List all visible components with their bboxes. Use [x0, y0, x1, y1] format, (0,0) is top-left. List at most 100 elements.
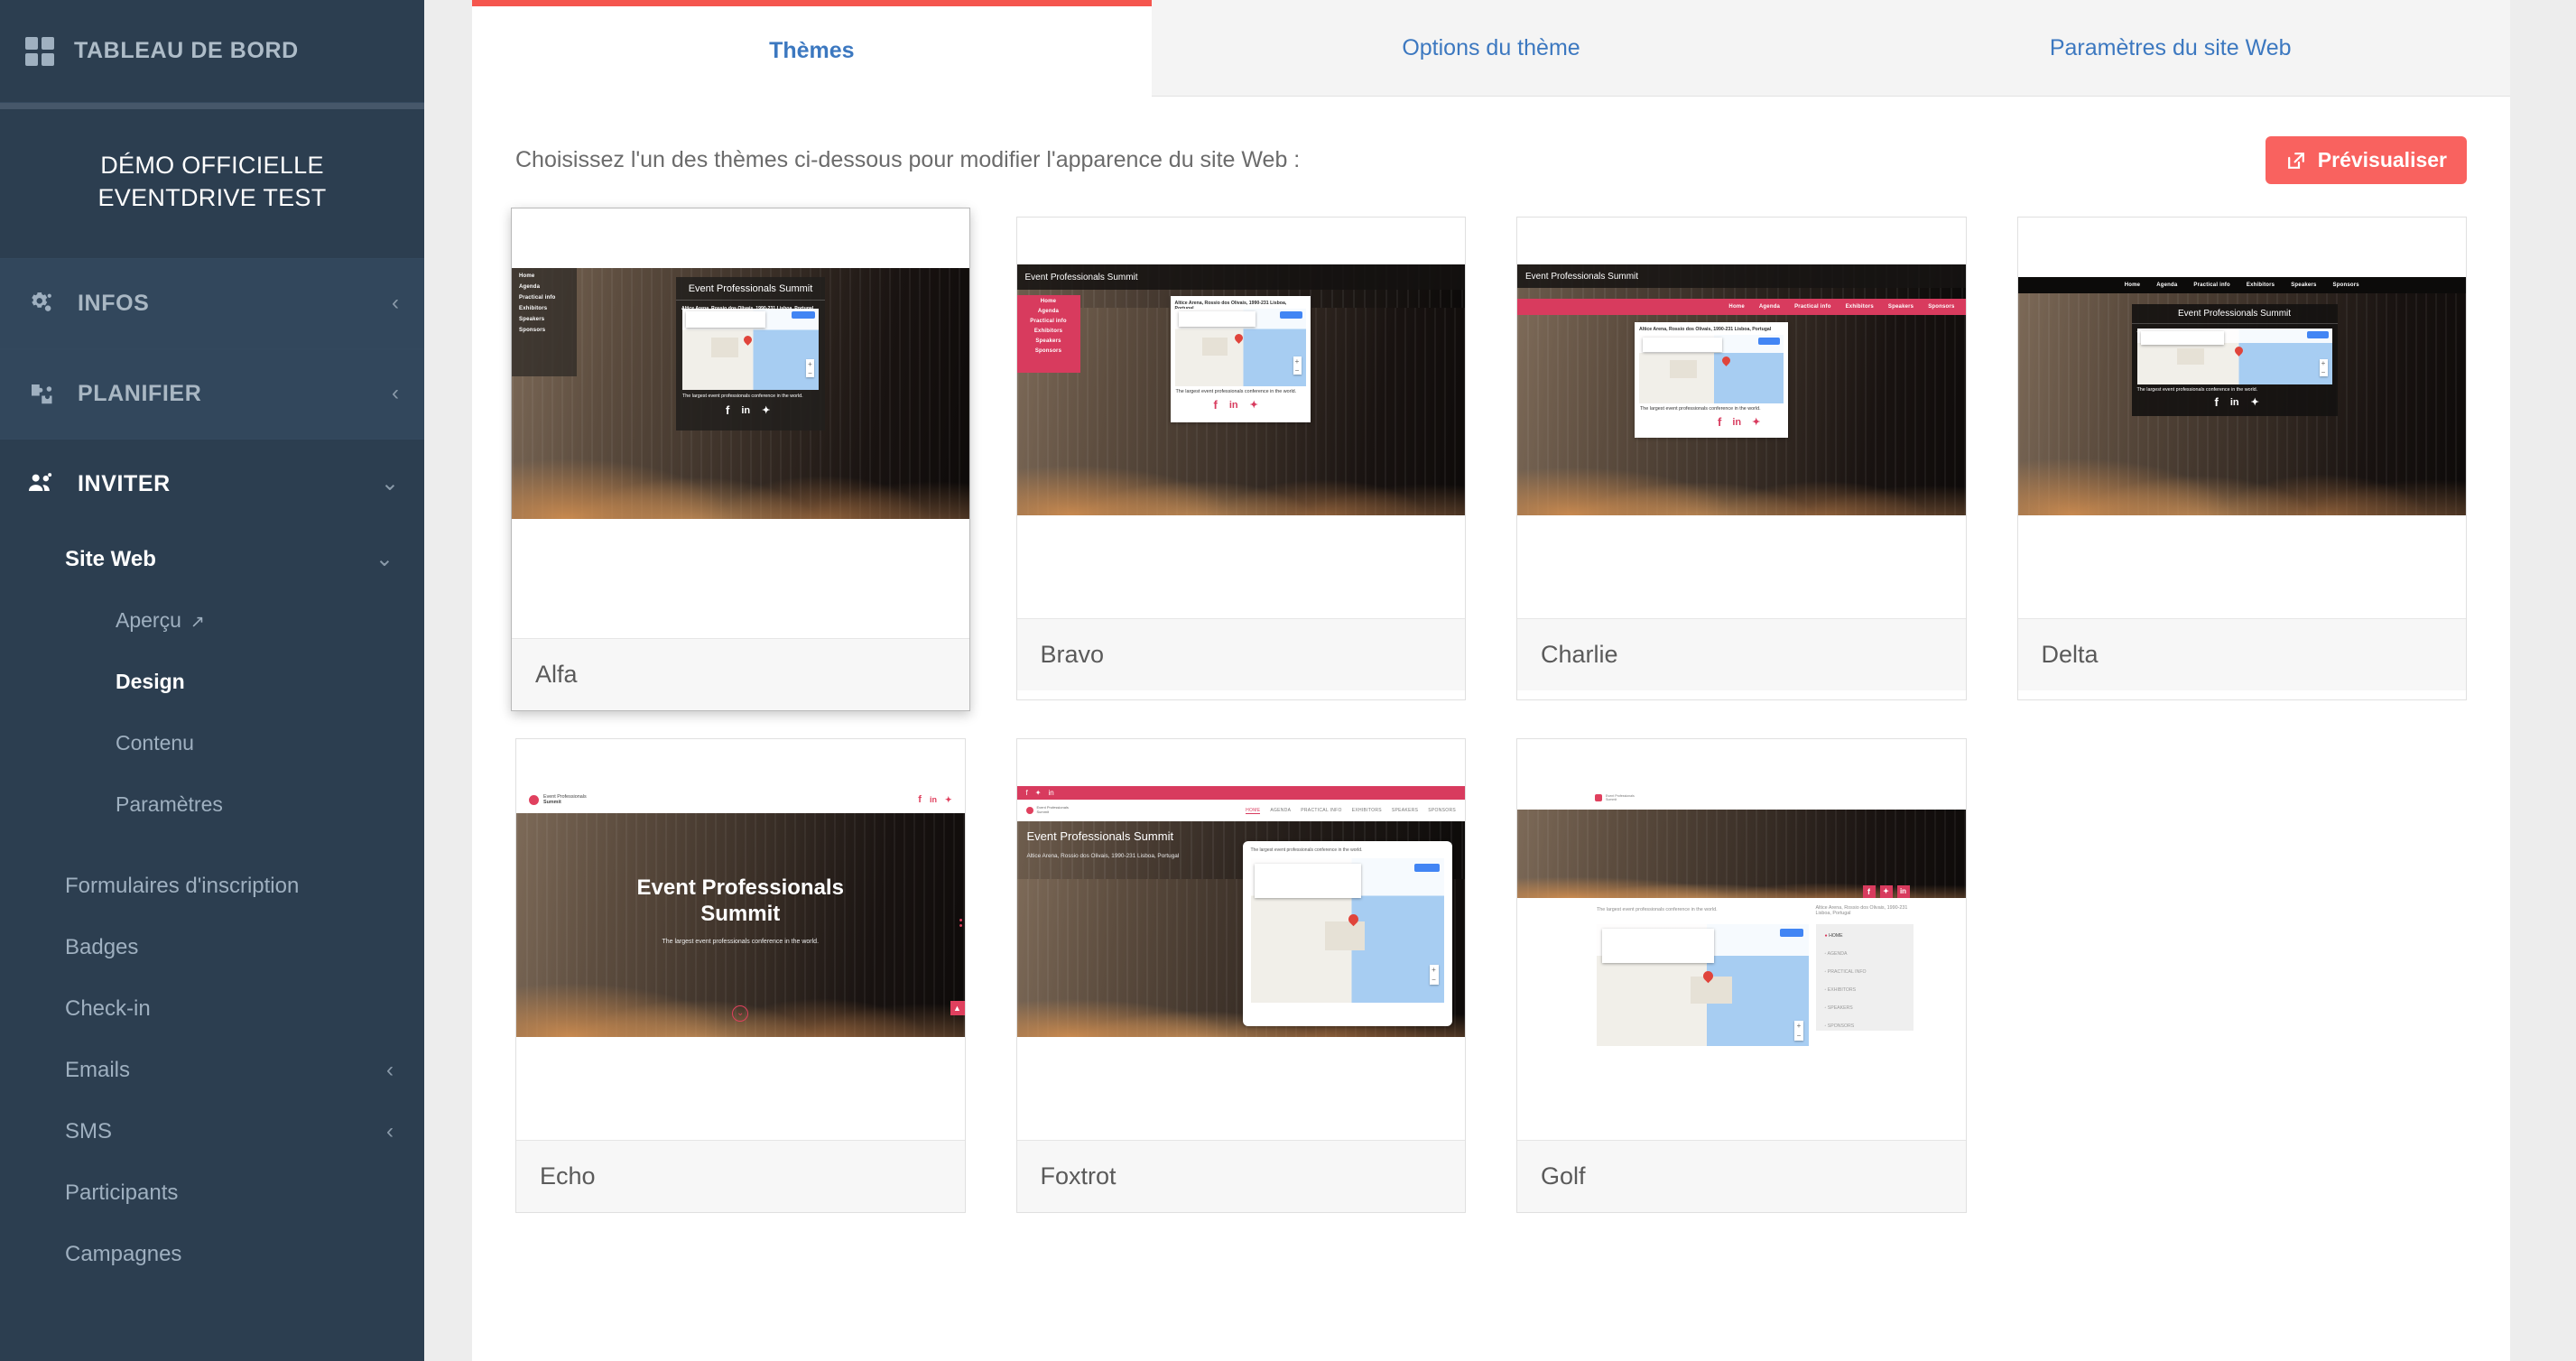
mock-hero-title: Event Professionals Summit Altice Arena,… — [1026, 829, 1180, 859]
mock-content-panel: Event Professionals Summit Altice Arena,… — [676, 277, 825, 431]
themes-grid: Home Agenda Practical info Exhibitors Sp… — [508, 208, 2474, 1213]
theme-card-foxtrot[interactable]: f ✦ in Event Professionals Summit HOME A… — [1015, 738, 1466, 1213]
linkedin-icon: in — [1228, 399, 1238, 411]
theme-thumbnail-alfa: Home Agenda Practical info Exhibitors Sp… — [512, 208, 969, 638]
mock-header: Event Professionals Summit — [1517, 786, 1966, 810]
theme-card-echo[interactable]: Event Professionals Summit f in ✦ Event … — [515, 738, 966, 1213]
sidebar-item-label: Contenu — [116, 731, 194, 755]
external-link-icon: ↗ — [190, 613, 205, 633]
facebook-icon: f — [918, 794, 922, 805]
theme-thumbnail-delta: Home Agenda Practical info Exhibitors Spea… — [2017, 218, 2466, 618]
sidebar-item-sms[interactable]: SMS ‹ — [0, 1101, 424, 1162]
tab-parametres-du-site-web[interactable]: Paramètres du site Web — [1830, 0, 2511, 97]
twitter-icon: ✦ — [2250, 397, 2259, 408]
sidebar-divider — [0, 103, 424, 109]
mock-nav-bar: Home Agenda Practical info Exhibitors Spea… — [1517, 299, 1966, 315]
twitter-icon: ✦ — [1752, 417, 1761, 428]
tab-themes[interactable]: Thèmes — [472, 0, 1152, 97]
theme-card-charlie[interactable]: Event Professionals Summit Home Agenda Pr… — [1516, 217, 1967, 700]
mock-social-bar: f ✦ in — [1862, 885, 1910, 898]
theme-name-delta: Delta — [2017, 618, 2466, 690]
mock-nav-bar: Event Professionals Summit HOME AGENDA PRA… — [1016, 800, 1465, 821]
mock-map: + − — [1597, 924, 1809, 1046]
mock-content-panel: Event Professionals Summit Altice Arena,… — [2131, 304, 2338, 416]
theme-card-delta[interactable]: Home Agenda Practical info Exhibitors Spea… — [2016, 217, 2467, 700]
theme-thumbnail-foxtrot: f ✦ in Event Professionals Summit HOME A… — [1016, 739, 1465, 1140]
sidebar-item-parametres[interactable]: Paramètres — [0, 774, 424, 836]
sidebar-item-label: Badges — [65, 934, 139, 959]
sidebar-item-badges[interactable]: Badges — [0, 917, 424, 978]
sidebar-item-formulaires[interactable]: Formulaires d'inscription — [0, 856, 424, 917]
people-icon — [25, 469, 56, 498]
dots-icon: • • — [959, 915, 963, 931]
mock-nav-bar: Home Agenda Practical info Exhibitors Spea… — [2017, 277, 2466, 293]
sidebar-item-label: Formulaires d'inscription — [65, 873, 300, 898]
tab-bar: Thèmes Options du thème Paramètres du si… — [472, 0, 2511, 97]
sidebar-item-label: Site Web — [65, 546, 156, 571]
themes-content: Choisissez l'un des thèmes ci-dessous po… — [472, 97, 2510, 1213]
linkedin-icon: in — [2229, 396, 2239, 408]
sidebar-item-contenu[interactable]: Contenu — [0, 713, 424, 774]
facebook-icon: f — [1025, 789, 1028, 797]
sidebar-group-inviter[interactable]: INVITER ⌄ — [0, 438, 424, 529]
chevron-down-icon: ⌄ — [375, 546, 394, 571]
facebook-icon: f — [1213, 398, 1218, 412]
sidebar-item-participants[interactable]: Participants — [0, 1162, 424, 1224]
chevron-left-icon: ‹ — [386, 1118, 394, 1143]
scroll-top-icon: ▲ — [950, 1001, 965, 1015]
mock-header: Event Professionals Summit f in ✦ — [516, 786, 965, 813]
theme-thumbnail-golf: Event Professionals Summit f ✦ in The lar… — [1517, 739, 1966, 1140]
theme-name-foxtrot: Foxtrot — [1016, 1140, 1465, 1212]
mock-map-card: The largest event professionals conferen… — [1242, 841, 1452, 1026]
linkedin-icon: in — [929, 795, 937, 804]
sidebar-group-planifier[interactable]: PLANIFIER ‹ — [0, 347, 424, 439]
linkedin-icon: in — [741, 404, 751, 416]
sidebar-item-dashboard[interactable]: TABLEAU DE BORD — [0, 0, 424, 103]
puzzle-icon — [25, 380, 56, 407]
linkedin-icon: in — [1896, 885, 1910, 898]
sidebar-item-site-web[interactable]: Site Web ⌄ — [0, 529, 424, 590]
external-link-icon — [2285, 150, 2307, 171]
sidebar: TABLEAU DE BORD DÉMO OFFICIELLE EVENTDRI… — [0, 0, 424, 1361]
sidebar-item-checkin[interactable]: Check-in — [0, 978, 424, 1040]
theme-thumbnail-echo: Event Professionals Summit f in ✦ Event … — [516, 739, 965, 1140]
chevron-down-icon: ⌄ — [380, 471, 399, 496]
sidebar-item-campagnes[interactable]: Campagnes — [0, 1224, 424, 1285]
theme-name-echo: Echo — [516, 1140, 965, 1212]
theme-card-alfa[interactable]: Home Agenda Practical info Exhibitors Sp… — [511, 208, 970, 711]
mock-sidebar-nav: Home Agenda Practical info Exhibitors Sp… — [512, 268, 577, 376]
theme-card-golf[interactable]: Event Professionals Summit f ✦ in The lar… — [1516, 738, 1967, 1213]
chevron-left-icon: ‹ — [392, 381, 399, 406]
theme-card-bravo[interactable]: Event Professionals Summit Home Agenda P… — [1015, 217, 1466, 700]
twitter-icon: ✦ — [1034, 789, 1042, 797]
facebook-icon: f — [726, 403, 730, 417]
sidebar-item-label: SMS — [65, 1118, 113, 1143]
sidebar-item-label: Emails — [65, 1057, 131, 1082]
facebook-icon: f — [2214, 395, 2219, 409]
theme-name-bravo: Bravo — [1016, 618, 1465, 690]
sidebar-item-design[interactable]: Design — [0, 652, 424, 713]
mock-sidebar-nav: ● HOME ◦ AGENDA ◦ PRACTICAL INFO ◦ EXHIB… — [1815, 924, 1913, 1031]
theme-name-golf: Golf — [1517, 1140, 1966, 1212]
sidebar-item-label: Aperçu ↗ — [116, 608, 394, 633]
preview-button-label: Prévisualiser — [2317, 148, 2447, 171]
sidebar-item-apercu[interactable]: Aperçu ↗ — [0, 590, 424, 652]
sidebar-group-infos[interactable]: INFOS ‹ — [0, 257, 424, 348]
sidebar-item-label: Check-in — [65, 995, 151, 1021]
instruction-text: Choisissez l'un des thèmes ci-dessous po… — [515, 147, 1301, 172]
tab-options-du-theme[interactable]: Options du thème — [1151, 0, 1831, 97]
logo-icon — [529, 794, 539, 805]
mock-sidebar-nav: Home Agenda Practical info Exhibitors Sp… — [1016, 295, 1080, 373]
gears-icon — [25, 290, 56, 317]
linkedin-icon: in — [1048, 789, 1054, 797]
preview-button[interactable]: Prévisualiser — [2265, 136, 2467, 184]
theme-name-charlie: Charlie — [1517, 618, 1966, 690]
twitter-icon: ✦ — [1249, 400, 1258, 411]
apercu-label: Aperçu — [116, 608, 181, 633]
chevron-left-icon: ‹ — [392, 291, 399, 316]
chevron-left-icon: ‹ — [386, 1057, 394, 1082]
main-area: Thèmes Options du thème Paramètres du si… — [424, 0, 2576, 1361]
sidebar-item-emails[interactable]: Emails ‹ — [0, 1040, 424, 1101]
twitter-icon: ✦ — [944, 794, 952, 804]
facebook-icon: f — [1862, 885, 1876, 898]
